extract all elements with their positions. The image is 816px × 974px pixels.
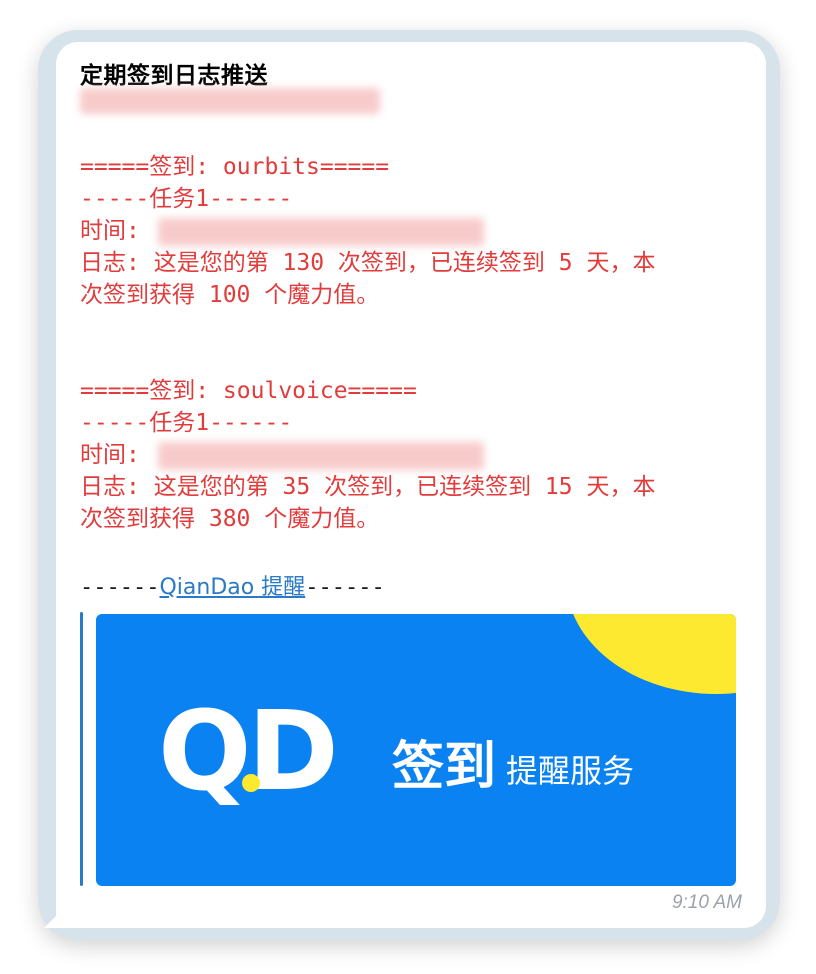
footer-suffix: ------	[305, 575, 385, 600]
banner-yellow-corner	[566, 614, 736, 694]
entry-time-label: 时间:	[80, 442, 140, 468]
entry-header: =====签到: ourbits=====	[80, 154, 390, 180]
redacted-time	[158, 442, 484, 470]
entry-time-label: 时间:	[80, 218, 140, 244]
entry-header: =====签到: soulvoice=====	[80, 378, 417, 404]
entry-log-line2: 次签到获得 100 个魔力值。	[80, 282, 380, 308]
message-title: 定期签到日志推送	[80, 63, 268, 89]
link-preview-accent-bar	[80, 612, 83, 886]
entry-task: -----任务1------	[80, 186, 293, 212]
footer-prefix: ------	[80, 575, 160, 600]
redacted-time	[158, 218, 484, 246]
redacted-subtitle	[80, 88, 380, 114]
link-preview-image[interactable]: QD 签到 提醒服务	[96, 614, 736, 886]
entry-log-line2: 次签到获得 380 个魔力值。	[80, 506, 380, 532]
entry-task: -----任务1------	[80, 410, 293, 436]
entry-log-line1: 日志: 这是您的第 35 次签到，已连续签到 15 天，本	[80, 474, 656, 500]
footer-line: ------QianDao 提醒------	[80, 569, 385, 601]
entry-log-line1: 日志: 这是您的第 130 次签到，已连续签到 5 天，本	[80, 250, 656, 276]
message-timestamp: 9:10 AM	[671, 892, 742, 913]
qiandao-link[interactable]: QianDao 提醒	[159, 575, 305, 600]
banner-sub-text: 提醒服务	[506, 752, 635, 790]
banner-main-text: 签到	[392, 737, 497, 797]
logo-yellow-dot	[242, 774, 260, 792]
